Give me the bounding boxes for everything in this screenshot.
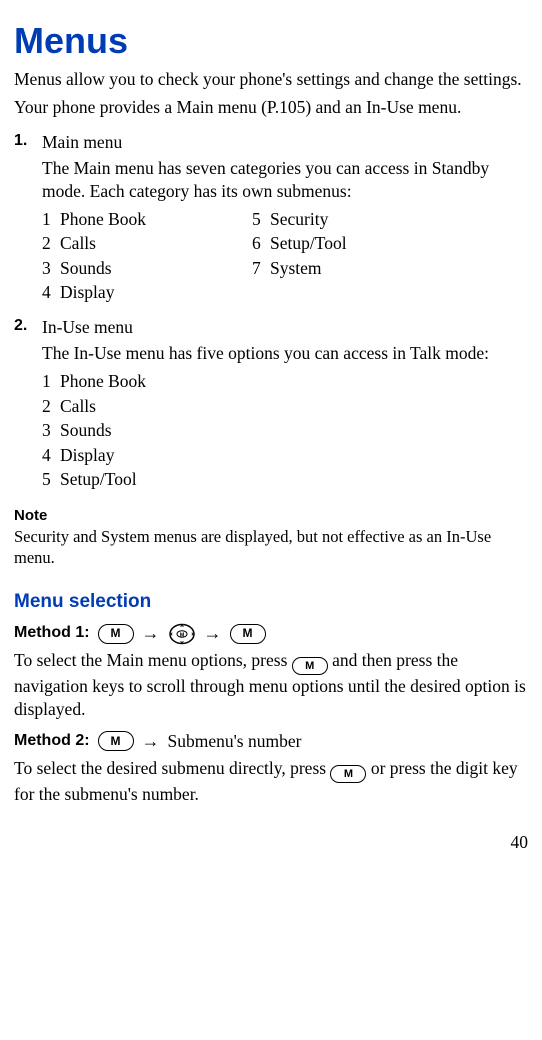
cat-num: 4 [42, 281, 52, 303]
intro-paragraph-1: Menus allow you to check your phone's se… [14, 68, 528, 90]
method-2-tail: Submenu's number [168, 730, 302, 752]
step-description: The In-Use menu has five options you can… [42, 342, 528, 364]
cat-num: 2 [42, 232, 52, 254]
step-title: Main menu [42, 131, 528, 153]
note-body: Security and System menus are displayed,… [14, 526, 528, 568]
cat-label: Phone Book [60, 208, 146, 230]
cat-num: 5 [42, 468, 52, 490]
cat-label: Sounds [60, 257, 112, 279]
step-number: 1. [14, 131, 42, 304]
arrow-icon: → [142, 730, 160, 753]
cat-num: 1 [42, 370, 52, 392]
cat-label: Calls [60, 232, 96, 254]
method-2-line: Method 2: M → Submenu's number [14, 730, 528, 753]
method-1-description: To select the Main menu options, press M… [14, 649, 528, 720]
cat-label: Sounds [60, 419, 112, 441]
navigation-key-icon: M [168, 623, 196, 645]
cat-num: 5 [252, 208, 262, 230]
page-title: Menus [14, 18, 528, 64]
m-key-icon: M [292, 657, 328, 675]
inuse-menu-categories: 1 Phone Book 2 Calls 3 Sounds 4 Display 5 Set… [42, 370, 528, 490]
svg-text:M: M [179, 632, 184, 638]
cat-label: Security [270, 208, 328, 230]
cat-num: 1 [42, 208, 52, 230]
m-key-icon: M [98, 624, 134, 644]
main-menu-categories: 1 Phone Book 5 Security 2 Calls 6 Setup/Tool… [42, 208, 528, 304]
cat-label: Calls [60, 395, 96, 417]
method-1-label: Method 1: [14, 623, 90, 643]
m-key-icon: M [230, 624, 266, 644]
m-key-icon: M [98, 731, 134, 751]
method-1-line: Method 1: M → M → M [14, 622, 528, 645]
m-key-icon: M [330, 765, 366, 783]
text: To select the Main menu options, press [14, 650, 292, 670]
step-title: In-Use menu [42, 316, 528, 338]
cat-label: Setup/Tool [270, 232, 347, 254]
step-2: 2. In-Use menu The In-Use menu has five … [14, 316, 528, 491]
method-2-description: To select the desired submenu directly, … [14, 757, 528, 805]
cat-num: 3 [42, 419, 52, 441]
text: or [366, 758, 389, 778]
cat-label: System [270, 257, 322, 279]
cat-num: 4 [42, 444, 52, 466]
note-heading: Note [14, 506, 528, 525]
intro-paragraph-2: Your phone provides a Main menu (P.105) … [14, 96, 528, 118]
step-1: 1. Main menu The Main menu has seven cat… [14, 131, 528, 304]
page-number: 40 [14, 831, 528, 853]
method-2-label: Method 2: [14, 731, 90, 751]
section-title: Menu selection [14, 590, 528, 614]
cat-num: 2 [42, 395, 52, 417]
step-description: The Main menu has seven categories you c… [42, 157, 528, 202]
cat-label: Phone Book [60, 370, 146, 392]
cat-label: Display [60, 281, 114, 303]
cat-label: Display [60, 444, 114, 466]
cat-label: Setup/Tool [60, 468, 137, 490]
step-number: 2. [14, 316, 42, 491]
text: To select the desired submenu directly, … [14, 758, 330, 778]
arrow-icon: → [142, 622, 160, 645]
cat-num: 3 [42, 257, 52, 279]
cat-num: 6 [252, 232, 262, 254]
cat-num: 7 [252, 257, 262, 279]
arrow-icon: → [204, 622, 222, 645]
